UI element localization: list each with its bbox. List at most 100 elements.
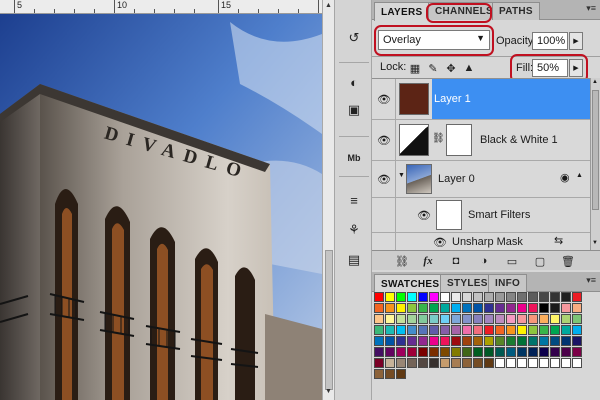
color-swatch[interactable] <box>451 347 461 357</box>
color-swatch[interactable] <box>385 369 395 379</box>
lock-transparency-icon[interactable]: ▦ <box>408 61 422 75</box>
color-swatch[interactable] <box>506 292 516 302</box>
building-photo[interactable]: DIVADLO <box>0 14 322 400</box>
color-swatch[interactable] <box>396 292 406 302</box>
color-swatch[interactable] <box>539 292 549 302</box>
color-swatch[interactable] <box>451 292 461 302</box>
color-swatch[interactable] <box>561 303 571 313</box>
color-swatch[interactable] <box>506 358 516 368</box>
color-swatch[interactable] <box>385 325 395 335</box>
color-swatch[interactable] <box>517 336 527 346</box>
expand-triangle-icon[interactable]: ▼ <box>398 172 405 179</box>
color-swatch[interactable] <box>495 358 505 368</box>
swatches-grid[interactable] <box>374 292 600 400</box>
color-swatch[interactable] <box>429 314 439 324</box>
document-canvas[interactable]: 5 10 15 DIVADLO ▲ ▼ <box>0 0 334 400</box>
layers-list[interactable]: 👁 Layer 1 👁 ⛓ Black & White 1 👁 ▼ Layer … <box>372 78 590 250</box>
color-swatch[interactable] <box>407 358 417 368</box>
visibility-eye-icon[interactable]: 👁 <box>376 172 392 186</box>
layer-name[interactable]: Smart Filters <box>468 209 530 221</box>
color-swatch[interactable] <box>418 358 428 368</box>
filter-options-icon[interactable]: ⇆ <box>554 234 563 247</box>
adjustment-icon[interactable]: ◑ <box>476 254 492 268</box>
color-swatch[interactable] <box>561 336 571 346</box>
color-swatch[interactable] <box>451 314 461 324</box>
color-swatch[interactable] <box>385 314 395 324</box>
collapse-triangle-icon[interactable]: ▲ <box>576 172 583 179</box>
color-swatch[interactable] <box>385 336 395 346</box>
new-layer-icon[interactable]: ▢ <box>532 254 548 268</box>
color-swatch[interactable] <box>495 314 505 324</box>
tab-info[interactable]: INFO <box>488 274 528 292</box>
mini-bridge-icon[interactable]: Mb <box>343 148 365 168</box>
color-swatch[interactable] <box>528 292 538 302</box>
color-swatch[interactable] <box>506 347 516 357</box>
color-swatch[interactable] <box>418 303 428 313</box>
color-swatch[interactable] <box>495 325 505 335</box>
color-swatch[interactable] <box>440 325 450 335</box>
color-swatch[interactable] <box>473 325 483 335</box>
visibility-eye-icon[interactable]: 👁 <box>416 208 432 222</box>
color-swatch[interactable] <box>396 325 406 335</box>
lock-pixels-icon[interactable]: ✎ <box>426 61 440 75</box>
color-swatch[interactable] <box>374 347 384 357</box>
tab-styles[interactable]: STYLES <box>440 274 495 292</box>
color-swatch[interactable] <box>374 325 384 335</box>
color-swatch[interactable] <box>374 314 384 324</box>
color-swatch[interactable] <box>495 347 505 357</box>
color-swatch[interactable] <box>528 336 538 346</box>
color-swatch[interactable] <box>517 325 527 335</box>
color-swatch[interactable] <box>484 292 494 302</box>
layer-row[interactable]: 👁 ▼ Layer 0 ◉ ▲ <box>372 161 590 198</box>
opacity-slider-button[interactable]: ▶ <box>569 32 583 50</box>
color-swatch[interactable] <box>451 303 461 313</box>
color-swatch[interactable] <box>396 314 406 324</box>
color-swatch[interactable] <box>572 358 582 368</box>
color-swatch[interactable] <box>539 314 549 324</box>
color-swatch[interactable] <box>429 347 439 357</box>
color-swatch[interactable] <box>407 325 417 335</box>
color-swatch[interactable] <box>462 292 472 302</box>
color-swatch[interactable] <box>451 358 461 368</box>
mask-icon[interactable]: ◘ <box>448 254 464 268</box>
canvas-vertical-scrollbar[interactable]: ▲ ▼ <box>322 0 334 400</box>
color-swatch[interactable] <box>440 303 450 313</box>
color-swatch[interactable] <box>517 303 527 313</box>
color-swatch[interactable] <box>407 303 417 313</box>
color-swatch[interactable] <box>517 314 527 324</box>
color-swatch[interactable] <box>473 336 483 346</box>
color-swatch[interactable] <box>484 358 494 368</box>
color-swatch[interactable] <box>550 303 560 313</box>
color-swatch[interactable] <box>418 314 428 324</box>
color-swatch[interactable] <box>418 292 428 302</box>
color-swatch[interactable] <box>561 314 571 324</box>
color-swatch[interactable] <box>385 292 395 302</box>
color-swatch[interactable] <box>539 303 549 313</box>
color-swatch[interactable] <box>561 292 571 302</box>
visibility-eye-icon[interactable]: 👁 <box>376 92 392 106</box>
color-swatch[interactable] <box>539 347 549 357</box>
color-swatch[interactable] <box>374 303 384 313</box>
tab-layers[interactable]: LAYERS <box>374 2 430 21</box>
color-swatch[interactable] <box>429 336 439 346</box>
layer-name[interactable]: Unsharp Mask <box>452 236 523 248</box>
tab-swatches[interactable]: SWATCHES <box>374 274 447 293</box>
panel-menu-icon[interactable]: ▾≡ <box>586 3 596 14</box>
color-swatch[interactable] <box>550 314 560 324</box>
color-swatch[interactable] <box>528 325 538 335</box>
link-icon[interactable]: ⛓ <box>394 254 410 268</box>
color-swatch[interactable] <box>407 314 417 324</box>
color-swatch[interactable] <box>374 292 384 302</box>
layer-row[interactable]: 👁 ⛓ Black & White 1 <box>372 120 590 161</box>
color-swatch[interactable] <box>528 303 538 313</box>
color-swatch[interactable] <box>484 314 494 324</box>
layer-name[interactable]: Layer 0 <box>438 173 475 185</box>
color-swatch[interactable] <box>440 347 450 357</box>
tool-presets-icon[interactable]: ▤ <box>343 250 365 270</box>
layers-scroll-thumb[interactable] <box>592 90 599 210</box>
color-swatch[interactable] <box>396 303 406 313</box>
color-swatch[interactable] <box>473 303 483 313</box>
color-swatch[interactable] <box>473 292 483 302</box>
group-icon[interactable]: ▭ <box>504 254 520 268</box>
navigator-icon[interactable]: ◐ <box>343 72 365 92</box>
